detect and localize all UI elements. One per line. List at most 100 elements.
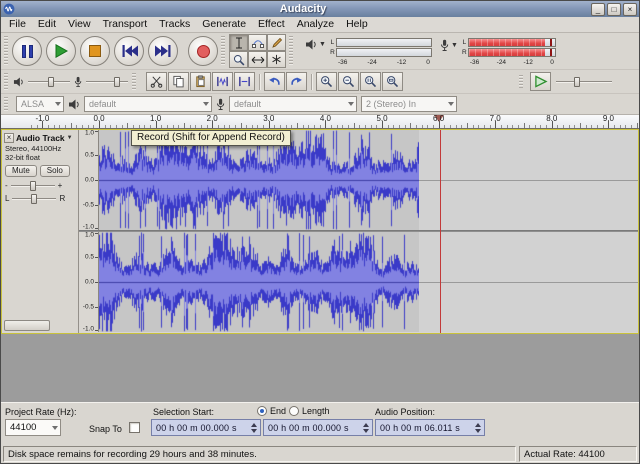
menu-item-tracks[interactable]: Tracks xyxy=(153,17,196,32)
input-channels-select[interactable]: 2 (Stereo) In xyxy=(361,96,457,112)
close-button[interactable]: × xyxy=(623,3,637,16)
skip-to-start-button[interactable] xyxy=(114,36,144,66)
zoom-in-button[interactable] xyxy=(316,72,337,91)
playback-meter[interactable]: ▼ L R -36-24-120 xyxy=(305,36,432,67)
redo-icon xyxy=(290,75,303,88)
waveform-display-left[interactable] xyxy=(99,130,638,230)
multi-tool-button[interactable] xyxy=(267,51,286,68)
zoom-out-button[interactable] xyxy=(338,72,359,91)
project-rate-select[interactable]: 44100 xyxy=(5,419,61,436)
time-spinner[interactable] xyxy=(251,423,258,433)
input-volume-thumb[interactable] xyxy=(114,77,120,87)
play-button[interactable] xyxy=(46,36,76,66)
envelope-tool-button[interactable] xyxy=(248,34,267,51)
waveform-canvas[interactable] xyxy=(99,232,419,332)
timeshift-tool-button[interactable] xyxy=(248,51,267,68)
minimize-button[interactable]: _ xyxy=(591,3,605,16)
device-toolbar-grabber[interactable] xyxy=(4,97,8,111)
menu-item-help[interactable]: Help xyxy=(340,17,374,32)
menu-item-edit[interactable]: Edit xyxy=(32,17,62,32)
time-tick xyxy=(257,125,258,128)
gain-thumb[interactable] xyxy=(30,181,36,191)
silence-button[interactable] xyxy=(234,72,255,91)
gain-slider[interactable] xyxy=(10,179,56,193)
length-radio[interactable] xyxy=(289,406,299,416)
title-bar[interactable]: Audacity _ □ × xyxy=(1,1,639,17)
pause-button[interactable] xyxy=(12,36,42,66)
recording-meter-left-bar[interactable] xyxy=(468,38,556,47)
pan-thumb[interactable] xyxy=(31,194,37,204)
menu-item-transport[interactable]: Transport xyxy=(97,17,154,32)
time-spinner[interactable] xyxy=(363,423,370,433)
pan-slider[interactable] xyxy=(11,192,57,206)
end-radio[interactable] xyxy=(257,406,267,416)
length-radio-label[interactable]: Length xyxy=(302,406,330,416)
selection-end-field[interactable]: 00 h 00 m 00.000 s xyxy=(263,419,373,436)
selection-tool-button[interactable] xyxy=(229,34,248,51)
fit-selection-button[interactable] xyxy=(360,72,381,91)
recording-meter-menu-arrow[interactable]: ▼ xyxy=(451,42,458,49)
playback-meter-menu-arrow[interactable]: ▼ xyxy=(319,41,326,48)
timeline-ruler[interactable]: -1.00.01.02.03.04.05.06.07.08.09.0 xyxy=(1,115,639,129)
skip-to-end-button[interactable] xyxy=(148,36,178,66)
playback-meter-right-bar[interactable] xyxy=(336,48,432,57)
menu-item-file[interactable]: File xyxy=(3,17,32,32)
transcription-toolbar-grabber[interactable] xyxy=(519,75,523,88)
snap-to-checkbox[interactable] xyxy=(129,422,140,433)
playback-speed-slider[interactable] xyxy=(555,75,613,89)
input-device-select[interactable]: default xyxy=(229,96,357,112)
time-tick xyxy=(122,125,123,128)
solo-button[interactable]: Solo xyxy=(40,165,70,177)
draw-tool-button[interactable] xyxy=(267,34,286,51)
track-menu-arrow[interactable]: ▼ xyxy=(67,135,73,141)
menu-item-generate[interactable]: Generate xyxy=(196,17,252,32)
audio-host-select[interactable]: ALSA xyxy=(16,96,64,112)
meter-toolbar-grabber[interactable] xyxy=(289,36,293,66)
menu-item-effect[interactable]: Effect xyxy=(252,17,291,32)
waveform-display-right[interactable] xyxy=(99,232,638,332)
vertical-ruler-left[interactable]: 1.0 0.5 0.0 -0.5 -1.0 xyxy=(79,130,99,230)
transport-toolbar-grabber[interactable] xyxy=(4,36,8,66)
time-tick xyxy=(337,125,338,128)
waveform-canvas[interactable] xyxy=(99,130,419,230)
stop-button[interactable] xyxy=(80,36,110,66)
trim-button[interactable] xyxy=(212,72,233,91)
time-label: 1.0 xyxy=(150,115,161,123)
record-icon xyxy=(197,45,210,58)
collapse-track-button[interactable] xyxy=(4,320,50,331)
playback-speed-thumb[interactable] xyxy=(574,77,580,87)
track-name[interactable]: Audio Track xyxy=(16,133,65,143)
vertical-ruler-right[interactable]: 1.0 0.5 0.0 -0.5 -1.0 xyxy=(79,232,99,332)
close-track-button[interactable]: × xyxy=(4,133,14,143)
edit-toolbar-grabber[interactable] xyxy=(132,73,136,90)
fit-project-icon xyxy=(386,75,399,88)
output-volume-slider[interactable] xyxy=(27,75,71,89)
recording-meter-right-bar[interactable] xyxy=(468,48,556,57)
end-radio-label[interactable]: End xyxy=(270,406,286,416)
audio-track: × Audio Track ▼ Stereo, 44100Hz 32-bit f… xyxy=(1,129,639,334)
menu-item-view[interactable]: View xyxy=(62,17,97,32)
fit-project-button[interactable] xyxy=(382,72,403,91)
tools-toolbar-grabber[interactable] xyxy=(221,36,225,66)
selection-start-field[interactable]: 00 h 00 m 00.000 s xyxy=(151,419,261,436)
zoom-tool-button[interactable] xyxy=(229,51,248,68)
cut-button[interactable] xyxy=(146,72,167,91)
mixer-toolbar-grabber[interactable] xyxy=(4,73,8,90)
selection-tool-icon xyxy=(234,37,244,49)
play-at-speed-button[interactable] xyxy=(530,72,551,91)
maximize-button[interactable]: □ xyxy=(607,3,621,16)
paste-button[interactable] xyxy=(190,72,211,91)
recording-meter[interactable]: ▼ L R -36-24-120 xyxy=(440,36,556,67)
redo-button[interactable] xyxy=(286,72,307,91)
undo-button[interactable] xyxy=(264,72,285,91)
input-volume-slider[interactable] xyxy=(85,75,129,89)
menu-item-analyze[interactable]: Analyze xyxy=(291,17,340,32)
copy-button[interactable] xyxy=(168,72,189,91)
mute-button[interactable]: Mute xyxy=(5,165,37,177)
output-volume-thumb[interactable] xyxy=(48,77,54,87)
output-device-select[interactable]: default xyxy=(84,96,212,112)
playback-meter-left-bar[interactable] xyxy=(336,38,432,47)
audio-position-field[interactable]: 00 h 00 m 06.011 s xyxy=(375,419,485,436)
record-button[interactable] xyxy=(188,36,218,66)
time-spinner[interactable] xyxy=(475,423,482,433)
